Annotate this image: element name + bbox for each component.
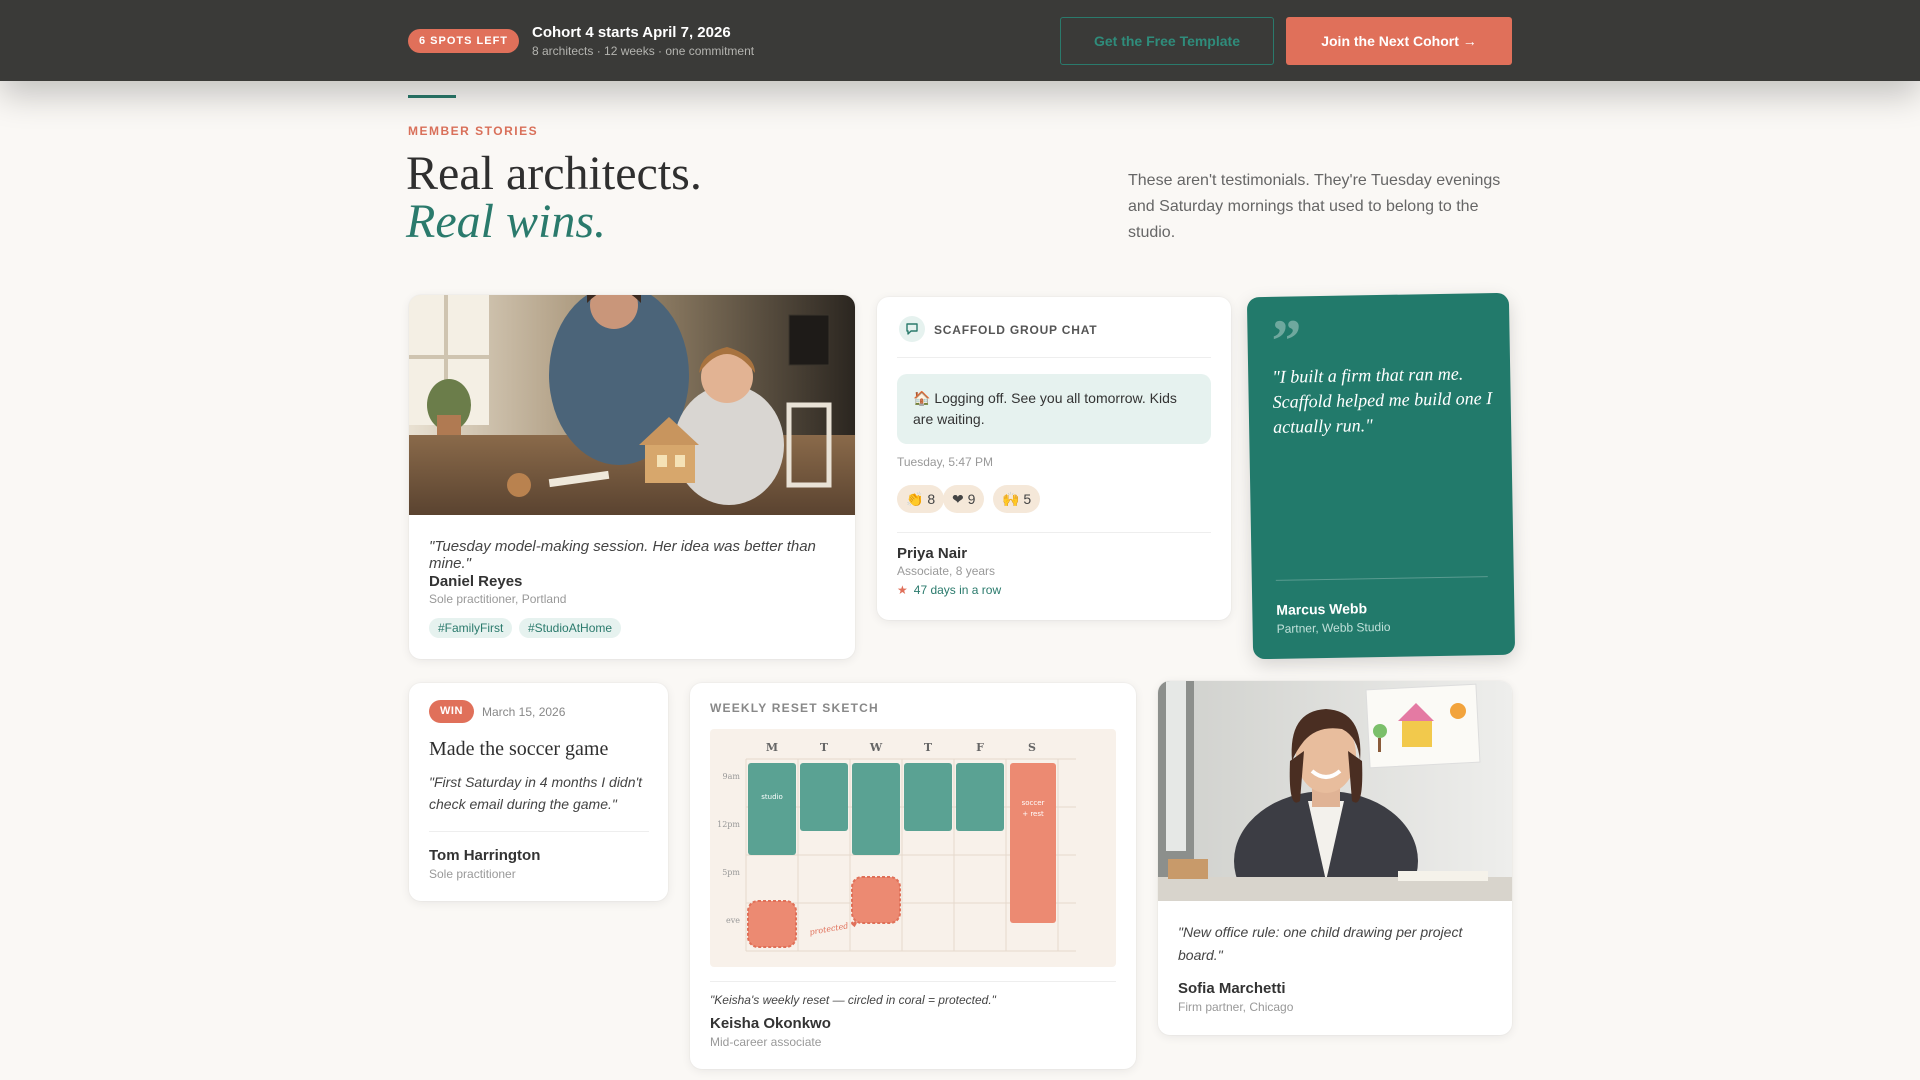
day-label: S bbox=[1028, 741, 1036, 754]
reaction-clap[interactable]: 👏 8 bbox=[897, 485, 945, 513]
office-portrait-photo bbox=[1158, 681, 1512, 901]
story-card-marcus: ” "I built a firm that ran me. Scaffold … bbox=[1246, 292, 1516, 660]
day-label: W bbox=[869, 741, 883, 754]
win-badge: WIN bbox=[429, 700, 474, 723]
sketch-label: WEEKLY RESET SKETCH bbox=[710, 701, 879, 715]
member-name: Daniel Reyes bbox=[429, 573, 523, 590]
member-role: Firm partner, Chicago bbox=[1178, 1000, 1294, 1014]
story-card-sofia: "New office rule: one child drawing per … bbox=[1158, 681, 1512, 1035]
divider bbox=[897, 532, 1211, 533]
member-name: Tom Harrington bbox=[429, 847, 541, 864]
announcement-bar: 6 SPOTS LEFT Cohort 4 starts April 7, 20… bbox=[0, 0, 1920, 81]
day-label: T bbox=[924, 741, 933, 754]
family-model-making-photo bbox=[409, 295, 855, 515]
section-eyebrow: MEMBER STORIES bbox=[408, 124, 539, 138]
accent-rule bbox=[408, 95, 456, 98]
tag-familyfirst[interactable]: #FamilyFirst bbox=[429, 618, 513, 638]
chat-bubble-icon bbox=[899, 316, 925, 342]
story-quote: "New office rule: one child drawing per … bbox=[1178, 924, 1463, 963]
streak-text: 47 days in a row bbox=[913, 583, 1002, 597]
saturday-label: soccer bbox=[1022, 799, 1045, 807]
section-title-line-2: Real wins. bbox=[406, 195, 606, 248]
member-name: Sofia Marchetti bbox=[1178, 980, 1286, 997]
reaction-raised-hands[interactable]: 🙌 5 bbox=[993, 485, 1041, 513]
time-label: 5pm bbox=[722, 868, 740, 877]
divider bbox=[710, 981, 1116, 982]
get-free-template-button[interactable]: Get the Free Template bbox=[1060, 17, 1274, 65]
saturday-soccer-block bbox=[1010, 763, 1056, 923]
member-role: Associate, 8 years bbox=[897, 564, 996, 578]
chat-timestamp: Tuesday, 5:47 PM bbox=[897, 455, 994, 469]
saturday-label: + rest bbox=[1022, 810, 1044, 818]
quote-mark-icon: ” bbox=[1271, 307, 1303, 374]
story-card-tom: WIN March 15, 2026 Made the soccer game … bbox=[409, 683, 668, 901]
story-card-daniel: "Tuesday model-making session. Her idea … bbox=[409, 295, 855, 659]
member-name: Priya Nair bbox=[897, 545, 968, 562]
member-role: Sole practitioner bbox=[429, 867, 516, 881]
day-label: F bbox=[976, 741, 984, 754]
divider bbox=[1275, 576, 1488, 581]
day-label: M bbox=[766, 741, 778, 754]
story-quote: "I built a firm that ran me. Scaffold he… bbox=[1272, 363, 1493, 437]
spots-left-badge: 6 SPOTS LEFT bbox=[408, 29, 520, 53]
member-role: Mid-career associate bbox=[710, 1035, 822, 1049]
section-intro: These aren't testimonials. They're Tuesd… bbox=[1128, 172, 1501, 241]
studio-block-tuesday bbox=[800, 763, 848, 831]
win-date: March 15, 2026 bbox=[482, 705, 566, 719]
studio-block-monday bbox=[748, 763, 796, 855]
story-card-group-chat: SCAFFOLD GROUP CHAT 🏠 Logging off. See y… bbox=[877, 297, 1231, 620]
member-role: Partner, Webb Studio bbox=[1276, 619, 1391, 636]
member-name: Keisha Okonkwo bbox=[710, 1015, 831, 1032]
member-name: Marcus Webb bbox=[1276, 600, 1368, 618]
star-icon: ★ bbox=[897, 583, 908, 597]
chat-label: SCAFFOLD GROUP CHAT bbox=[934, 323, 1098, 337]
divider bbox=[897, 357, 1211, 358]
reaction-heart[interactable]: ❤ 9 bbox=[943, 485, 985, 513]
story-quote: "First Saturday in 4 months I didn't che… bbox=[429, 774, 643, 812]
chat-message: 🏠 Logging off. See you all tomorrow. Kid… bbox=[897, 374, 1211, 444]
studio-label: studio bbox=[761, 793, 783, 801]
time-label: 9am bbox=[723, 772, 741, 781]
win-title: Made the soccer game bbox=[429, 738, 609, 760]
protected-evening-wednesday bbox=[851, 876, 901, 924]
divider bbox=[429, 831, 649, 832]
time-label: eve bbox=[726, 916, 740, 925]
weekly-reset-sketch: M T W T F S 9am 12pm 5pm eve studio socc… bbox=[710, 729, 1116, 967]
cohort-title: Cohort 4 starts April 7, 2026 bbox=[532, 24, 731, 41]
cohort-subtitle: 8 architects · 12 weeks · one commitment bbox=[532, 44, 755, 58]
story-quote: "Tuesday model-making session. Her idea … bbox=[429, 538, 816, 572]
tag-studioathome[interactable]: #StudioAtHome bbox=[519, 618, 622, 638]
story-quote: "Keisha's weekly reset — circled in cora… bbox=[710, 993, 996, 1007]
studio-block-friday bbox=[956, 763, 1004, 831]
weekly-schedule-grid: M T W T F S 9am 12pm 5pm eve studio socc… bbox=[717, 741, 1076, 952]
studio-block-wednesday bbox=[852, 763, 900, 855]
join-next-cohort-button[interactable]: Join the Next Cohort → bbox=[1286, 17, 1512, 65]
protected-note: protected ♥ bbox=[809, 920, 859, 937]
streak-indicator: ★ 47 days in a row bbox=[897, 583, 1001, 597]
day-label: T bbox=[820, 741, 829, 754]
time-label: 12pm bbox=[717, 820, 740, 829]
story-card-keisha: WEEKLY RESET SKETCH M T W T F S 9am 12pm bbox=[690, 683, 1136, 1069]
protected-evening-monday bbox=[747, 900, 797, 948]
member-role: Sole practitioner, Portland bbox=[429, 592, 567, 606]
studio-block-thursday bbox=[904, 763, 952, 831]
